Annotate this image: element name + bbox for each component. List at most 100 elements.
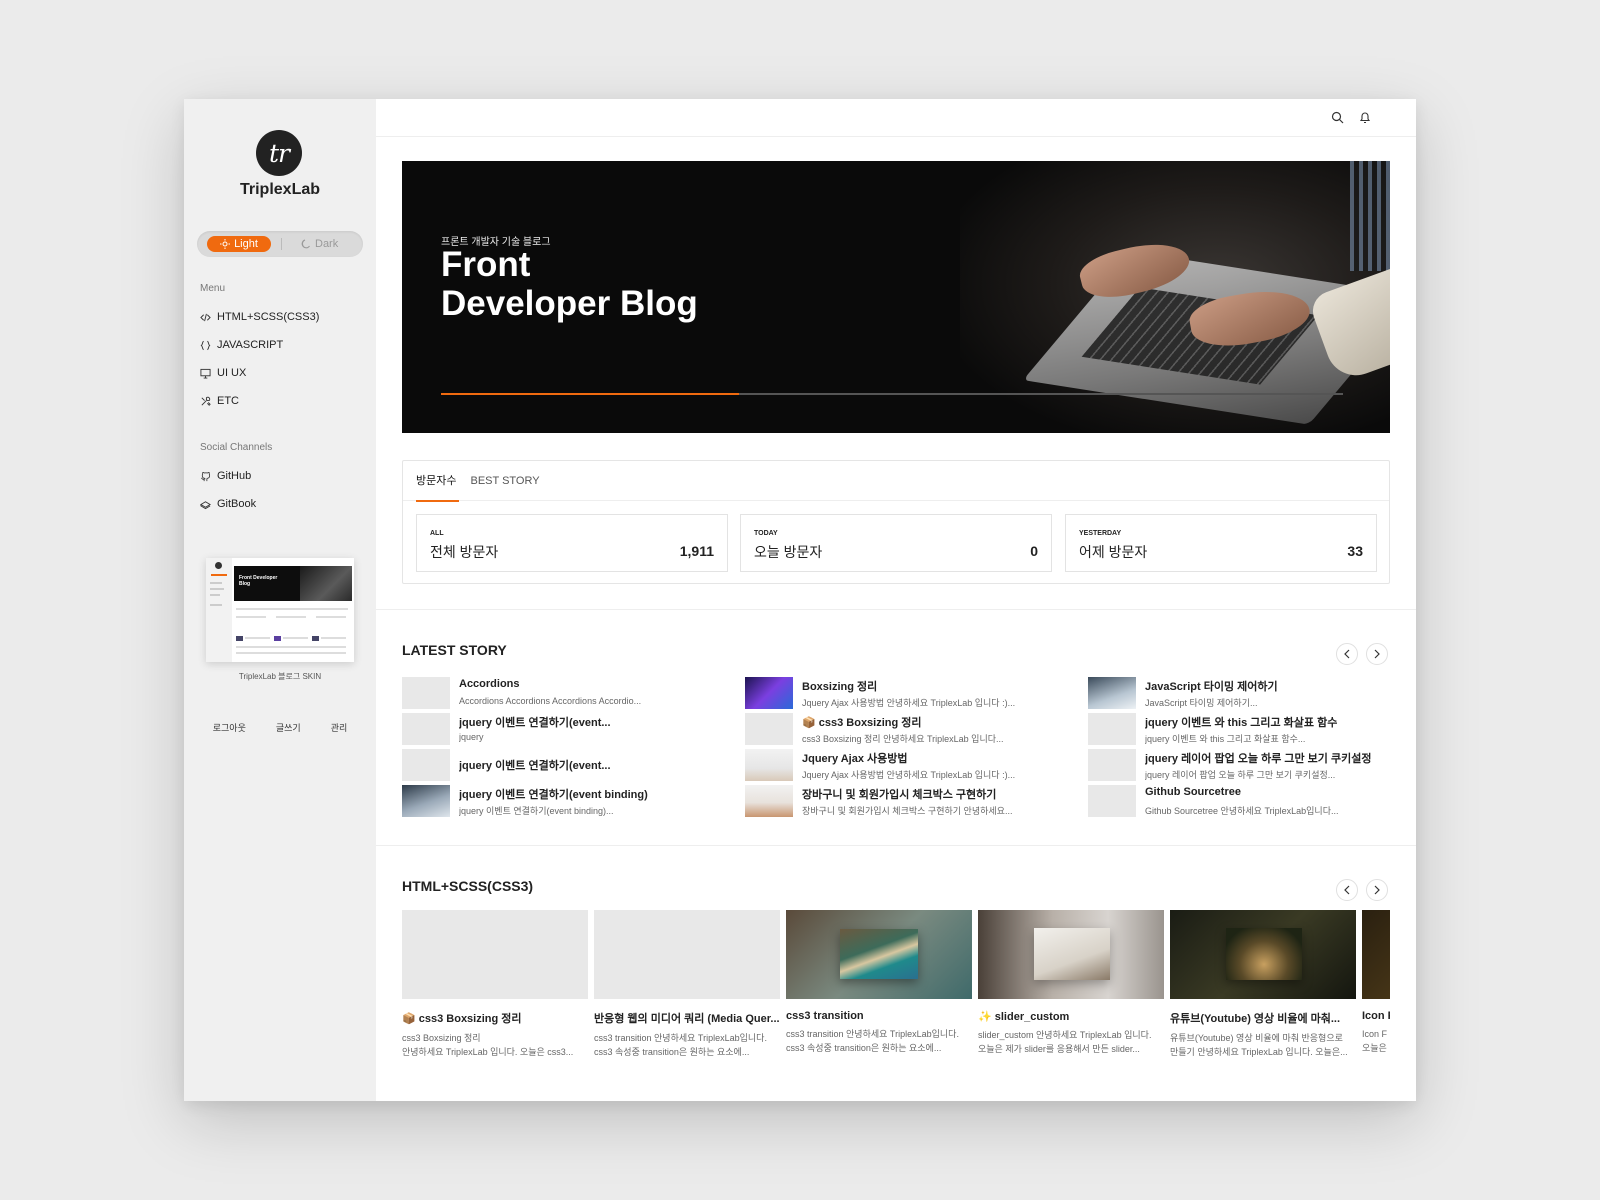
stat-value: 0 xyxy=(1030,543,1038,559)
sidebar-item-etc[interactable]: ETC xyxy=(200,387,319,415)
sidebar-item-javascript[interactable]: JAVASCRIPT xyxy=(200,331,319,359)
story-title: 📦 css3 Boxsizing 정리 xyxy=(802,717,922,729)
sidebar-item-html-scss[interactable]: HTML+SCSS(CSS3) xyxy=(200,303,319,331)
preview-line xyxy=(245,637,270,639)
light-mode-label: Light xyxy=(234,238,258,250)
tab-visitors[interactable]: 방문자수 xyxy=(416,461,461,502)
stat-label: TODAY xyxy=(754,530,778,537)
hero-progress-fill xyxy=(441,393,739,395)
stat-label: YESTERDAY xyxy=(1079,530,1122,537)
list-item[interactable]: 📦 css3 Boxsizing 정리 css3 Boxsizing 정리 안녕… xyxy=(745,711,1065,747)
sidebar-item-ui-ux[interactable]: UI UX xyxy=(200,359,319,387)
app-window: tr TriplexLab Light Dark Menu HTML+SCSS(… xyxy=(184,99,1416,1101)
sidebar-item-github[interactable]: GitHub xyxy=(200,462,256,490)
dark-mode-button[interactable]: Dark xyxy=(301,236,338,252)
list-item[interactable]: jquery 이벤트 연결하기(event binding) jquery 이벤… xyxy=(402,783,722,819)
story-thumbnail xyxy=(745,749,793,781)
post-card[interactable]: css3 transition css3 transition 안녕하세요 Tr… xyxy=(786,910,972,1055)
post-card-title: 유튜브(Youtube) 영상 비율에 마춰... xyxy=(1170,1013,1341,1025)
list-item[interactable]: Github Sourcetree Github Sourcetree 안녕하세… xyxy=(1088,783,1408,819)
chevron-left-icon xyxy=(1344,649,1350,659)
post-card-desc: 안녕하세요 TriplexLab 입니다. 오늘은 css3... xyxy=(402,1047,574,1057)
forest-photo xyxy=(1226,928,1302,980)
post-card[interactable]: 유튜브(Youtube) 영상 비율에 마춰... 유튜브(Youtube) 영… xyxy=(1170,910,1356,1059)
preview-line xyxy=(210,594,220,596)
desk-photo xyxy=(1034,928,1110,980)
prev-button[interactable] xyxy=(1336,879,1358,901)
preview-line xyxy=(210,588,224,590)
post-card[interactable]: 📦 css3 Boxsizing 정리 css3 Boxsizing 정리 안녕… xyxy=(402,910,588,1059)
preview-line xyxy=(236,646,346,648)
preview-thumb xyxy=(236,636,243,641)
next-button[interactable] xyxy=(1366,643,1388,665)
story-title: jquery 이벤트 연결하기(event binding) xyxy=(459,789,648,801)
list-item[interactable]: Boxsizing 정리 Jquery Ajax 사용방법 안녕하세요 Trip… xyxy=(745,675,1065,711)
brand-name[interactable]: TriplexLab xyxy=(184,181,376,199)
write-link[interactable]: 글쓰기 xyxy=(276,721,301,734)
post-card[interactable]: Icon F Icon F 오늘은 xyxy=(1362,910,1390,1055)
latest-story-heading: LATEST STORY xyxy=(402,642,507,658)
post-card-title: 📦 css3 Boxsizing 정리 xyxy=(402,1013,522,1025)
list-item[interactable]: Jquery Ajax 사용방법 Jquery Ajax 사용방법 안녕하세요 … xyxy=(745,747,1065,783)
preview-line xyxy=(283,637,308,639)
admin-link[interactable]: 관리 xyxy=(331,721,348,734)
story-thumbnail xyxy=(745,785,793,817)
search-icon[interactable] xyxy=(1331,111,1344,124)
story-title: jquery 이벤트 연결하기(event... xyxy=(459,717,611,729)
list-item[interactable]: jquery 이벤트 연결하기(event... jquery xyxy=(402,711,722,747)
preview-line xyxy=(236,652,346,654)
menu-nav: HTML+SCSS(CSS3) JAVASCRIPT UI UX ETC xyxy=(200,303,319,415)
story-thumbnail xyxy=(402,713,450,745)
post-card-desc: slider_custom 안녕하세요 TriplexLab 입니다. xyxy=(978,1030,1152,1040)
preview-hero: Front Developer Blog xyxy=(234,566,352,601)
list-item[interactable]: 장바구니 및 회원가입시 체크박스 구현하기 장바구니 및 회원가입시 체크박스… xyxy=(745,783,1065,819)
stat-title: 전체 방문자 xyxy=(430,544,499,560)
sidebar-item-label: JAVASCRIPT xyxy=(217,339,284,351)
story-desc: Jquery Ajax 사용방법 안녕하세요 TriplexLab 입니다 :)… xyxy=(802,698,1016,708)
post-card-title: 반응형 웹의 미디어 쿼리 (Media Quer... xyxy=(594,1013,780,1025)
story-desc: css3 Boxsizing 정리 안녕하세요 TriplexLab 입니다..… xyxy=(802,734,1004,744)
hero-banner: 프론트 개발자 기술 블로그 Front Developer Blog xyxy=(402,161,1390,433)
list-item[interactable]: jquery 레이어 팝업 오늘 하루 그만 보기 쿠키설정 jquery 레이… xyxy=(1088,747,1408,783)
tab-best-story[interactable]: BEST STORY xyxy=(470,461,539,501)
preview-tabs xyxy=(236,608,348,610)
story-desc: Accordions Accordions Accordions Accordi… xyxy=(459,696,642,706)
story-thumbnail xyxy=(402,785,450,817)
post-card[interactable]: ✨ slider_custom slider_custom 안녕하세요 Trip… xyxy=(978,910,1164,1056)
braces-icon xyxy=(200,340,211,350)
theme-toggle[interactable]: Light Dark xyxy=(197,231,363,257)
social-title: Social Channels xyxy=(200,442,273,453)
next-button[interactable] xyxy=(1366,879,1388,901)
preview-stat xyxy=(276,616,306,618)
post-card[interactable]: 반응형 웹의 미디어 쿼리 (Media Quer... css3 transi… xyxy=(594,910,780,1059)
list-item[interactable]: jquery 이벤트 와 this 그리고 화살표 함수 jquery 이벤트 … xyxy=(1088,711,1408,747)
logout-link[interactable]: 로그아웃 xyxy=(213,721,246,734)
list-item[interactable]: JavaScript 타이밍 제어하기 JavaScript 타이밍 제어하기.… xyxy=(1088,675,1408,711)
sidebar-item-gitbook[interactable]: GitBook xyxy=(200,490,256,518)
story-desc: JavaScript 타이밍 제어하기... xyxy=(1145,698,1258,708)
story-thumbnail xyxy=(402,749,450,781)
preview-line xyxy=(210,582,222,584)
skin-preview-caption: TriplexLab 블로그 SKIN xyxy=(238,672,322,681)
post-card-desc: 오늘은 xyxy=(1362,1043,1387,1053)
post-card-desc: css3 transition 안녕하세요 TriplexLab입니다. xyxy=(594,1033,767,1043)
skin-preview-thumbnail[interactable]: Front Developer Blog xyxy=(206,558,354,662)
menu-title: Menu xyxy=(200,283,226,294)
stat-title: 오늘 방문자 xyxy=(754,544,823,560)
section-divider xyxy=(376,845,1416,846)
story-title: Github Sourcetree xyxy=(1145,786,1241,798)
sidebar-item-label: GitHub xyxy=(217,470,252,482)
preview-thumb xyxy=(312,636,319,641)
prev-button[interactable] xyxy=(1336,643,1358,665)
sidebar: tr TriplexLab Light Dark Menu HTML+SCSS(… xyxy=(184,99,376,1101)
stat-card-all: ALL 전체 방문자 1,911 xyxy=(416,514,728,572)
logo[interactable]: tr xyxy=(256,130,302,176)
bell-icon[interactable] xyxy=(1359,111,1371,124)
list-item[interactable]: Accordions Accordions Accordions Accordi… xyxy=(402,675,722,711)
list-item[interactable]: jquery 이벤트 연결하기(event... xyxy=(402,747,722,783)
light-mode-button[interactable]: Light xyxy=(207,236,271,252)
html-card-carousel: 📦 css3 Boxsizing 정리 css3 Boxsizing 정리 안녕… xyxy=(402,910,1390,1070)
story-title: JavaScript 타이밍 제어하기 xyxy=(1145,681,1278,693)
story-thumbnail xyxy=(1088,713,1136,745)
post-card-desc: 오늘은 제가 slider를 응용해서 만든 slider... xyxy=(978,1044,1140,1054)
